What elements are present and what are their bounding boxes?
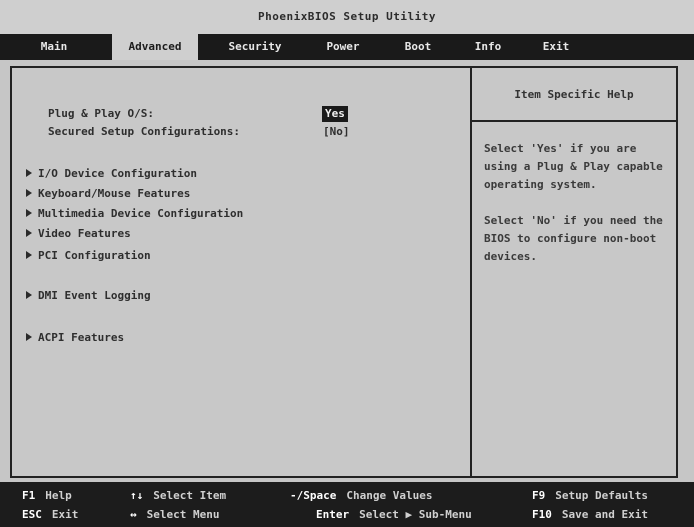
key-description: Setup Defaults bbox=[555, 489, 648, 502]
key-setup-defaults: F9 Setup Defaults bbox=[532, 487, 648, 505]
key-exit: ESC Exit bbox=[22, 506, 78, 524]
key-description: Change Values bbox=[346, 489, 433, 502]
submenu-arrow-icon bbox=[26, 291, 32, 299]
menu-exit[interactable]: Exit bbox=[528, 34, 584, 60]
key-description: Save and Exit bbox=[561, 508, 648, 521]
submenu-video[interactable]: Video Features bbox=[26, 226, 131, 242]
key-label: ↔ bbox=[130, 508, 137, 521]
menu-boot[interactable]: Boot bbox=[390, 34, 446, 60]
key-description: Select Menu bbox=[146, 508, 220, 521]
help-text: Select 'Yes' if you are using a Plug & P… bbox=[484, 140, 668, 284]
menu-power[interactable]: Power bbox=[312, 34, 374, 60]
submenu-multimedia[interactable]: Multimedia Device Configuration bbox=[26, 206, 243, 222]
key-label: F9 bbox=[532, 489, 546, 502]
submenu-arrow-icon bbox=[26, 333, 32, 341]
help-header: Item Specific Help bbox=[472, 68, 676, 122]
key-select-menu: ↔ Select Menu bbox=[130, 506, 219, 524]
submenu-arrow-icon bbox=[26, 189, 32, 197]
submenu-pci[interactable]: PCI Configuration bbox=[26, 248, 151, 264]
key-description: Select Item bbox=[153, 489, 227, 502]
submenu-arrow-icon bbox=[26, 209, 32, 217]
submenu-label: DMI Event Logging bbox=[38, 289, 151, 302]
submenu-label: Multimedia Device Configuration bbox=[38, 207, 244, 220]
submenu-dmi-event-logging[interactable]: DMI Event Logging bbox=[26, 288, 151, 304]
submenu-label: Keyboard/Mouse Features bbox=[38, 187, 191, 200]
help-pane: Item Specific Help Select 'Yes' if you a… bbox=[472, 68, 676, 476]
menu-main[interactable]: Main bbox=[14, 34, 94, 60]
submenu-acpi[interactable]: ACPI Features bbox=[26, 330, 124, 346]
key-select-item: ↑↓ Select Item bbox=[130, 487, 226, 505]
menu-security[interactable]: Security bbox=[212, 34, 298, 60]
submenu-keyboard-mouse[interactable]: Keyboard/Mouse Features bbox=[26, 186, 190, 202]
key-label: ↑↓ bbox=[130, 489, 144, 502]
submenu-arrow-icon bbox=[26, 251, 32, 259]
help-paragraph: Select 'No' if you need the BIOS to conf… bbox=[484, 214, 663, 263]
submenu-io-device[interactable]: I/O Device Configuration bbox=[26, 166, 197, 182]
key-label: F1 bbox=[22, 489, 36, 502]
option-value-secured-setup[interactable]: [No] bbox=[320, 124, 353, 140]
submenu-label: ACPI Features bbox=[38, 331, 125, 344]
key-change-values: -/Space Change Values bbox=[290, 487, 432, 505]
menu-bar: Main Advanced Security Power Boot Info E… bbox=[0, 34, 694, 60]
key-select-submenu: Enter Select ▶ Sub-Menu bbox=[316, 506, 472, 524]
submenu-label: I/O Device Configuration bbox=[38, 167, 197, 180]
key-help: F1 Help bbox=[22, 487, 72, 505]
bios-title: PhoenixBIOS Setup Utility bbox=[0, 0, 694, 34]
settings-pane: Plug & Play O/S: Yes Secured Setup Confi… bbox=[12, 68, 472, 476]
key-legend: F1 Help ↑↓ Select Item -/Space Change Value… bbox=[0, 482, 694, 527]
key-description: Select ▶ Sub-Menu bbox=[359, 508, 472, 521]
option-value-pnp-os[interactable]: Yes bbox=[322, 106, 348, 122]
menu-info[interactable]: Info bbox=[460, 34, 516, 60]
content-panel: Plug & Play O/S: Yes Secured Setup Confi… bbox=[10, 66, 678, 478]
option-label-secured-setup: Secured Setup Configurations: bbox=[48, 125, 241, 138]
option-label-pnp-os: Plug & Play O/S: bbox=[48, 107, 154, 120]
key-label: Enter bbox=[316, 508, 350, 521]
key-label: -/Space bbox=[290, 489, 337, 502]
menu-advanced[interactable]: Advanced bbox=[112, 34, 198, 60]
key-description: Exit bbox=[51, 508, 79, 521]
key-label: F10 bbox=[532, 508, 552, 521]
help-paragraph: Select 'Yes' if you are using a Plug & P… bbox=[484, 142, 663, 191]
key-description: Help bbox=[45, 489, 72, 502]
submenu-arrow-icon bbox=[26, 169, 32, 177]
key-save-exit: F10 Save and Exit bbox=[532, 506, 648, 524]
key-label: ESC bbox=[22, 508, 42, 521]
submenu-label: Video Features bbox=[38, 227, 131, 240]
submenu-label: PCI Configuration bbox=[38, 249, 151, 262]
submenu-arrow-icon bbox=[26, 229, 32, 237]
